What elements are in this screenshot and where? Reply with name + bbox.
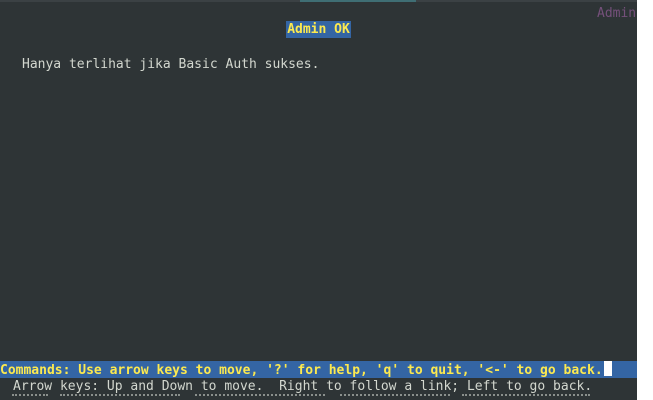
window-edge [637,0,653,400]
page-title: Admin OK [286,21,351,38]
help-line-cutoff [0,394,600,400]
commands-text: Commands: Use arrow keys to move, '?' fo… [0,363,603,378]
cutoff-text-fragment [462,394,590,400]
page-title-row: Admin OK [0,21,637,38]
cutoff-text-fragment [195,394,325,400]
top-border [0,0,637,2]
cutoff-text-fragment [60,394,180,400]
cutoff-text-fragment [12,394,48,400]
text-cursor [603,361,612,376]
help-line: Arrow keys: Up and Down to move. Right t… [13,379,593,394]
top-border-highlight [300,0,416,2]
document-title-corner: Admin [597,6,637,21]
commands-status-bar: Commands: Use arrow keys to move, '?' fo… [0,361,637,378]
window-edge-upper [637,0,653,360]
terminal-screen: Admin Admin OK Hanya terlihat jika Basic… [0,0,653,400]
cutoff-text-fragment [340,394,450,400]
page-body-text: Hanya terlihat jika Basic Auth sukses. [22,57,320,72]
